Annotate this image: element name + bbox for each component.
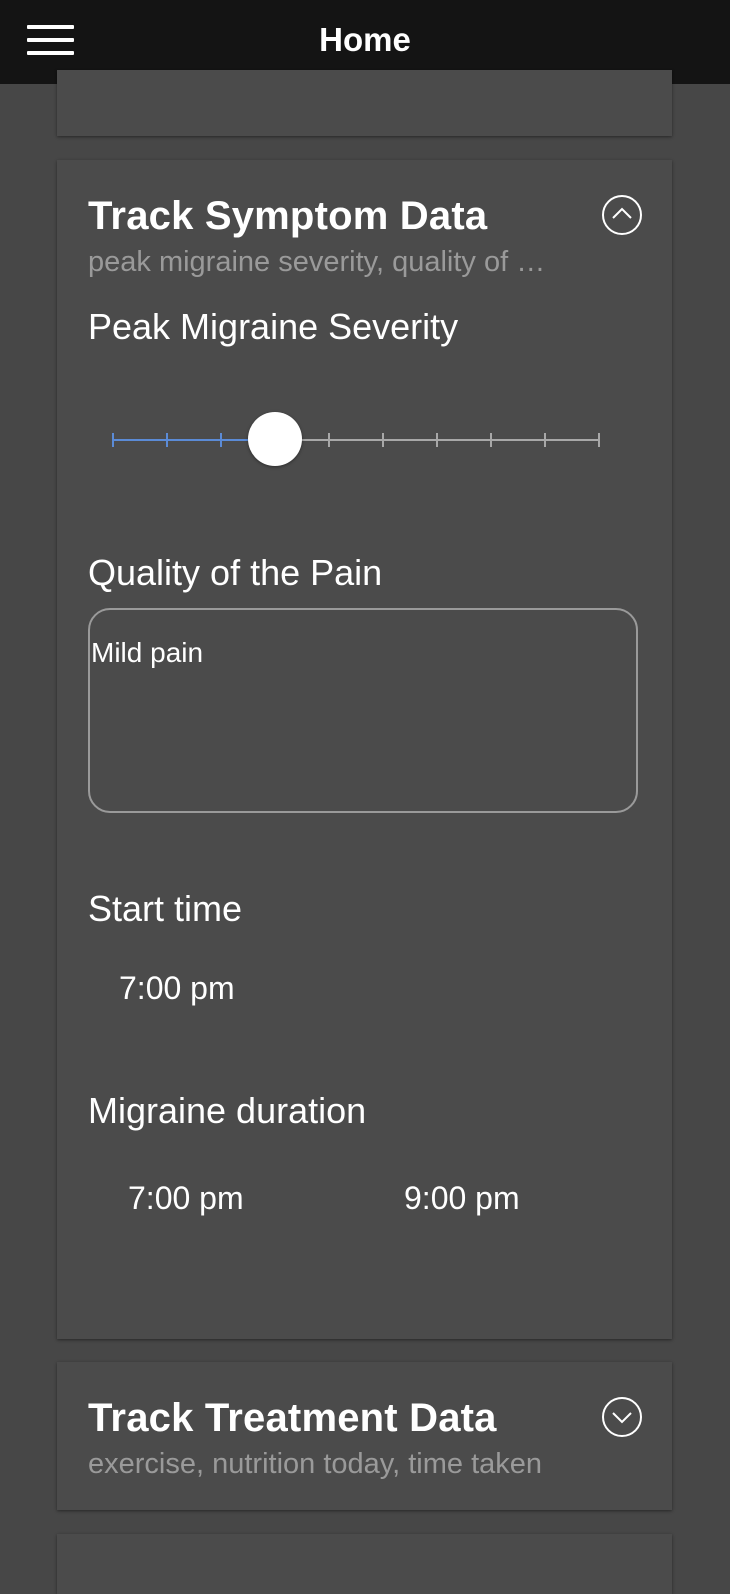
pain-quality-label: Quality of the Pain <box>88 552 383 593</box>
collapse-chevron-up-icon[interactable] <box>602 195 642 235</box>
symptom-data-card: Track Symptom Data peak migraine severit… <box>57 160 672 1339</box>
start-time-label: Start time <box>88 888 243 929</box>
treatment-data-card: Track Treatment Data exercise, nutrition… <box>57 1362 672 1510</box>
start-time-picker[interactable]: 7:00 pm <box>119 970 235 1007</box>
collapsed-card-below <box>57 1534 672 1594</box>
duration-end-picker[interactable]: 9:00 pm <box>404 1180 520 1217</box>
severity-label: Peak Migraine Severity <box>88 306 459 347</box>
severity-slider[interactable] <box>112 415 602 475</box>
symptom-card-title[interactable]: Track Symptom Data <box>88 194 487 239</box>
expand-chevron-down-icon[interactable] <box>602 1397 642 1437</box>
treatment-card-title[interactable]: Track Treatment Data <box>88 1396 497 1441</box>
pain-quality-textarea[interactable]: Mild pain <box>88 608 638 813</box>
duration-label: Migraine duration <box>88 1090 367 1131</box>
severity-slider-thumb[interactable] <box>247 412 302 466</box>
duration-start-picker[interactable]: 7:00 pm <box>128 1180 244 1217</box>
treatment-card-subtitle: exercise, nutrition today, time taken <box>88 1448 543 1480</box>
symptom-card-subtitle: peak migraine severity, quality of the p… <box>88 246 548 278</box>
collapsed-card-above <box>57 70 672 136</box>
